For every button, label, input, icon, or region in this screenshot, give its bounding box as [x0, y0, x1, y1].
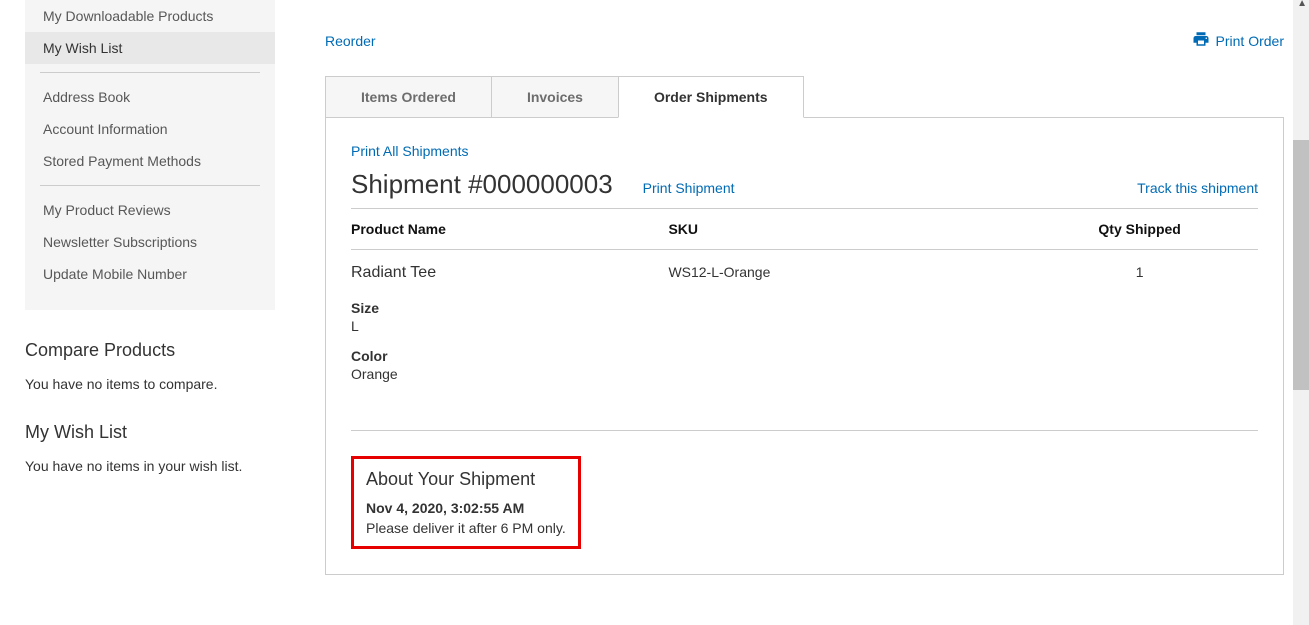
scroll-thumb[interactable] [1293, 140, 1309, 390]
sidebar-divider [40, 72, 260, 73]
shipments-panel: Print All Shipments Shipment #000000003 … [325, 118, 1284, 575]
sidebar-item-wishlist[interactable]: My Wish List [25, 32, 275, 64]
product-sku: WS12-L-Orange [668, 250, 1031, 411]
print-shipment-link[interactable]: Print Shipment [643, 180, 735, 196]
reorder-link[interactable]: Reorder [325, 33, 376, 49]
sidebar-item-payment-methods[interactable]: Stored Payment Methods [25, 145, 275, 177]
sidebar-divider [40, 185, 260, 186]
compare-empty: You have no items to compare. [25, 376, 325, 392]
print-all-shipments-link[interactable]: Print All Shipments [351, 143, 469, 159]
print-order-button[interactable]: Print Order [1192, 30, 1284, 51]
col-sku: SKU [668, 209, 1031, 250]
print-icon [1192, 30, 1210, 51]
option-label: Color [351, 348, 658, 364]
order-tabs: Items Ordered Invoices Order Shipments [325, 76, 1284, 118]
option-value: L [351, 318, 658, 334]
track-shipment-link[interactable]: Track this shipment [1137, 180, 1258, 196]
sidebar-item-newsletter[interactable]: Newsletter Subscriptions [25, 226, 275, 258]
sidebar-item-downloadable[interactable]: My Downloadable Products [25, 0, 275, 32]
wishlist-empty: You have no items in your wish list. [25, 458, 325, 474]
option-label: Size [351, 300, 658, 316]
account-sidebar: My Downloadable Products My Wish List Ad… [25, 0, 275, 310]
table-row: Radiant Tee Size L Color Orange WS12-L-O… [351, 250, 1258, 411]
print-order-label: Print Order [1216, 33, 1284, 49]
tab-order-shipments[interactable]: Order Shipments [618, 76, 804, 118]
about-message: Please deliver it after 6 PM only. [366, 520, 566, 536]
col-product: Product Name [351, 209, 668, 250]
tab-items-ordered[interactable]: Items Ordered [325, 76, 492, 117]
option-value: Orange [351, 366, 658, 382]
sidebar-item-reviews[interactable]: My Product Reviews [25, 194, 275, 226]
sidebar-item-account-info[interactable]: Account Information [25, 113, 275, 145]
scrollbar[interactable]: ▲ [1293, 0, 1309, 625]
about-shipment-box: About Your Shipment Nov 4, 2020, 3:02:55… [351, 456, 581, 549]
wishlist-title: My Wish List [25, 422, 325, 443]
col-qty: Qty Shipped [1031, 209, 1258, 250]
compare-title: Compare Products [25, 340, 325, 361]
shipment-table: Product Name SKU Qty Shipped Radiant Tee… [351, 209, 1258, 410]
product-name: Radiant Tee [351, 264, 658, 282]
scroll-up-icon[interactable]: ▲ [1297, 0, 1307, 9]
sidebar-item-mobile[interactable]: Update Mobile Number [25, 258, 275, 290]
sidebar-item-address-book[interactable]: Address Book [25, 81, 275, 113]
about-title: About Your Shipment [366, 469, 566, 490]
product-qty: 1 [1031, 250, 1258, 411]
about-date: Nov 4, 2020, 3:02:55 AM [366, 500, 566, 516]
shipment-title: Shipment #000000003 [351, 169, 613, 200]
tab-invoices[interactable]: Invoices [491, 76, 619, 117]
